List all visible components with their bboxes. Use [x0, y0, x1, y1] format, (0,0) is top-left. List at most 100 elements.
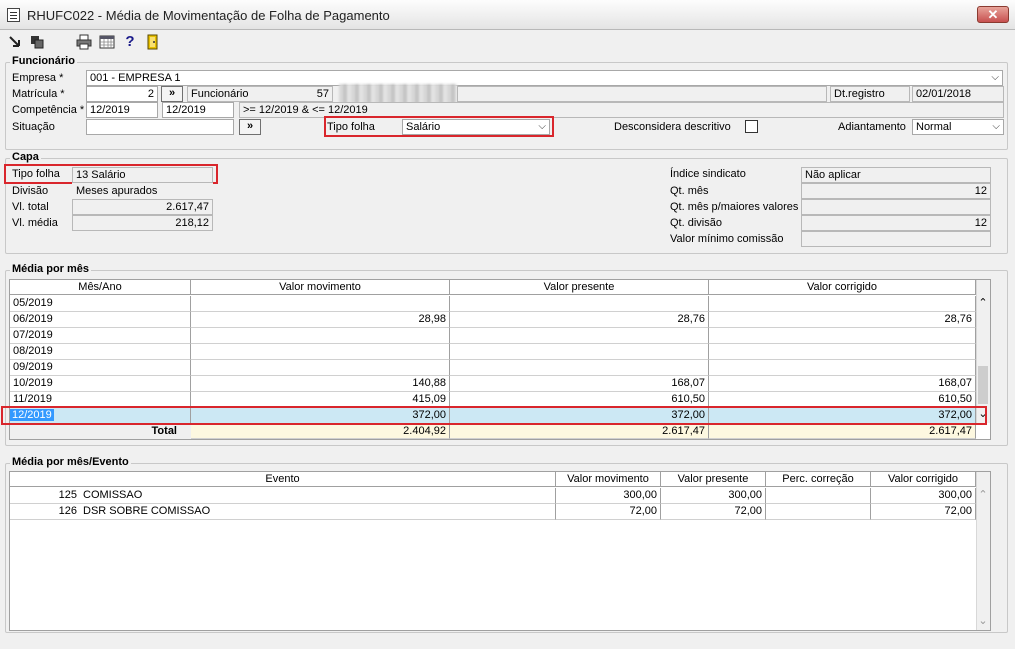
cell-mesano[interactable]: 10/2019	[10, 376, 191, 392]
cell-valor-corrigido[interactable]	[709, 344, 976, 360]
cell-valor-movimento[interactable]	[191, 328, 450, 344]
desconsidera-checkbox[interactable]	[745, 120, 758, 133]
situacao-label: Situação	[12, 121, 55, 133]
empresa-value: 001 - EMPRESA 1	[90, 72, 181, 84]
qtmesmaiores-label: Qt. mês p/maiores valores	[670, 201, 799, 213]
col-header-ev-valor-corrigido[interactable]: Valor corrigido	[871, 472, 976, 487]
adiantamento-label: Adiantamento	[838, 121, 906, 133]
matricula-label: Matrícula *	[12, 88, 65, 100]
scroll-thumb[interactable]	[978, 366, 988, 404]
cell-ev-valor-corrigido[interactable]: 300,00	[871, 488, 976, 504]
qtmesmaiores-value	[801, 199, 991, 215]
col-header-valor-corrigido[interactable]: Valor corrigido	[709, 280, 976, 295]
copy-icon[interactable]	[29, 34, 45, 50]
cell-valor-presente[interactable]	[450, 344, 709, 360]
media-evento-legend: Média por mês/Evento	[10, 456, 131, 468]
adiantamento-select[interactable]: Normal ⌵	[912, 119, 1004, 135]
tipofolha-value: Salário	[406, 121, 441, 133]
media-mes-legend: Média por mês	[10, 263, 92, 275]
valorminimo-value	[801, 231, 991, 247]
vlmedia-label: Vl. média	[12, 217, 58, 229]
funcionario-name-field	[457, 86, 827, 102]
scroll-down-icon[interactable]: ⌄	[976, 614, 990, 628]
cell-valor-movimento[interactable]	[191, 296, 450, 312]
qtmes-value: 12	[801, 183, 991, 199]
cell-valor-presente[interactable]: 28,76	[450, 312, 709, 328]
cell-valor-corrigido[interactable]	[709, 296, 976, 312]
help-icon[interactable]: ?	[122, 34, 138, 50]
situacao-field[interactable]	[86, 119, 234, 135]
cell-valor-corrigido[interactable]	[709, 328, 976, 344]
cell-ev-valor-movimento[interactable]: 300,00	[556, 488, 661, 504]
qtdivisao-value: 12	[801, 215, 991, 231]
scroll-up-icon[interactable]: ⌃	[976, 488, 990, 502]
col-header-valor-presente[interactable]: Valor presente	[450, 280, 709, 295]
col-header-mesano[interactable]: Mês/Ano	[10, 280, 191, 295]
competencia-start-field[interactable]: 12/2019	[86, 102, 158, 118]
total-label: Total	[10, 424, 191, 439]
cell-evento-nome[interactable]: COMISSAO	[80, 488, 556, 504]
col-header-ev-valor-presente[interactable]: Valor presente	[661, 472, 766, 487]
cell-valor-corrigido[interactable]	[709, 360, 976, 376]
exit-icon[interactable]	[7, 34, 23, 50]
qtmes-label: Qt. mês	[670, 185, 709, 197]
cell-evento-codigo[interactable]: 125	[10, 488, 80, 504]
competencia-label: Competência *	[12, 104, 85, 116]
chevron-down-icon: ⌵	[991, 72, 999, 83]
cell-valor-movimento[interactable]: 140,88	[191, 376, 450, 392]
cell-mesano[interactable]: 07/2019	[10, 328, 191, 344]
indice-label: Índice sindicato	[670, 168, 746, 180]
cell-valor-presente[interactable]	[450, 360, 709, 376]
total-valor-corrigido: 2.617,47	[709, 424, 976, 439]
cell-valor-corrigido[interactable]: 168,07	[709, 376, 976, 392]
cell-valor-movimento[interactable]: 28,98	[191, 312, 450, 328]
cell-ev-valor-corrigido[interactable]: 72,00	[871, 504, 976, 520]
cell-valor-movimento[interactable]	[191, 344, 450, 360]
funcionario-name-blurred	[339, 84, 457, 104]
app-icon	[7, 8, 20, 22]
capa-tipofolha-label: Tipo folha	[12, 168, 60, 180]
dtregistro-value: 02/01/2018	[912, 86, 1004, 102]
tipofolha-select[interactable]: Salário ⌵	[402, 119, 550, 135]
cell-valor-corrigido[interactable]: 28,76	[709, 312, 976, 328]
situacao-search-button[interactable]: »	[239, 119, 261, 135]
matricula-field[interactable]: 2	[86, 86, 158, 102]
calendar-icon[interactable]	[99, 34, 115, 50]
cell-valor-presente[interactable]	[450, 328, 709, 344]
tipofolha-label: Tipo folha	[327, 121, 375, 133]
vltotal-value: 2.617,47	[72, 199, 213, 215]
close-button[interactable]: ✕	[977, 6, 1009, 23]
cell-mesano[interactable]: 09/2019	[10, 360, 191, 376]
cell-evento-nome[interactable]: DSR SOBRE COMISSAO	[80, 504, 556, 520]
funcionario-legend: Funcionário	[10, 55, 77, 67]
print-icon[interactable]	[76, 34, 92, 50]
indice-value: Não aplicar	[801, 167, 991, 183]
cell-ev-valor-presente[interactable]: 72,00	[661, 504, 766, 520]
col-header-perc-correcao[interactable]: Perc. correção	[766, 472, 871, 487]
vlmedia-value: 218,12	[72, 215, 213, 231]
window-title: RHUFC022 - Média de Movimentação de Folh…	[27, 8, 390, 23]
door-icon[interactable]	[145, 34, 161, 50]
cell-valor-presente[interactable]	[450, 296, 709, 312]
competencia-end-field[interactable]: 12/2019	[162, 102, 234, 118]
matricula-search-button[interactable]: »	[161, 86, 183, 102]
selected-row-highlight	[1, 406, 987, 425]
total-valor-presente: 2.617,47	[450, 424, 709, 439]
cell-valor-presente[interactable]: 168,07	[450, 376, 709, 392]
cell-mesano[interactable]: 06/2019	[10, 312, 191, 328]
empresa-select[interactable]: 001 - EMPRESA 1 ⌵	[86, 70, 1003, 86]
col-header-evento[interactable]: Evento	[10, 472, 556, 487]
cell-mesano[interactable]: 08/2019	[10, 344, 191, 360]
col-header-ev-valor-movimento[interactable]: Valor movimento	[556, 472, 661, 487]
cell-evento-codigo[interactable]: 126	[10, 504, 80, 520]
cell-ev-valor-movimento[interactable]: 72,00	[556, 504, 661, 520]
cell-ev-valor-presente[interactable]: 300,00	[661, 488, 766, 504]
cell-perc-correcao[interactable]	[766, 504, 871, 520]
scroll-up-icon[interactable]: ⌃	[976, 296, 990, 310]
divisao-value: Meses apurados	[72, 183, 213, 199]
cell-perc-correcao[interactable]	[766, 488, 871, 504]
valorminimo-label: Valor mínimo comissão	[670, 233, 784, 245]
col-header-valor-movimento[interactable]: Valor movimento	[191, 280, 450, 295]
cell-valor-movimento[interactable]	[191, 360, 450, 376]
cell-mesano[interactable]: 05/2019	[10, 296, 191, 312]
